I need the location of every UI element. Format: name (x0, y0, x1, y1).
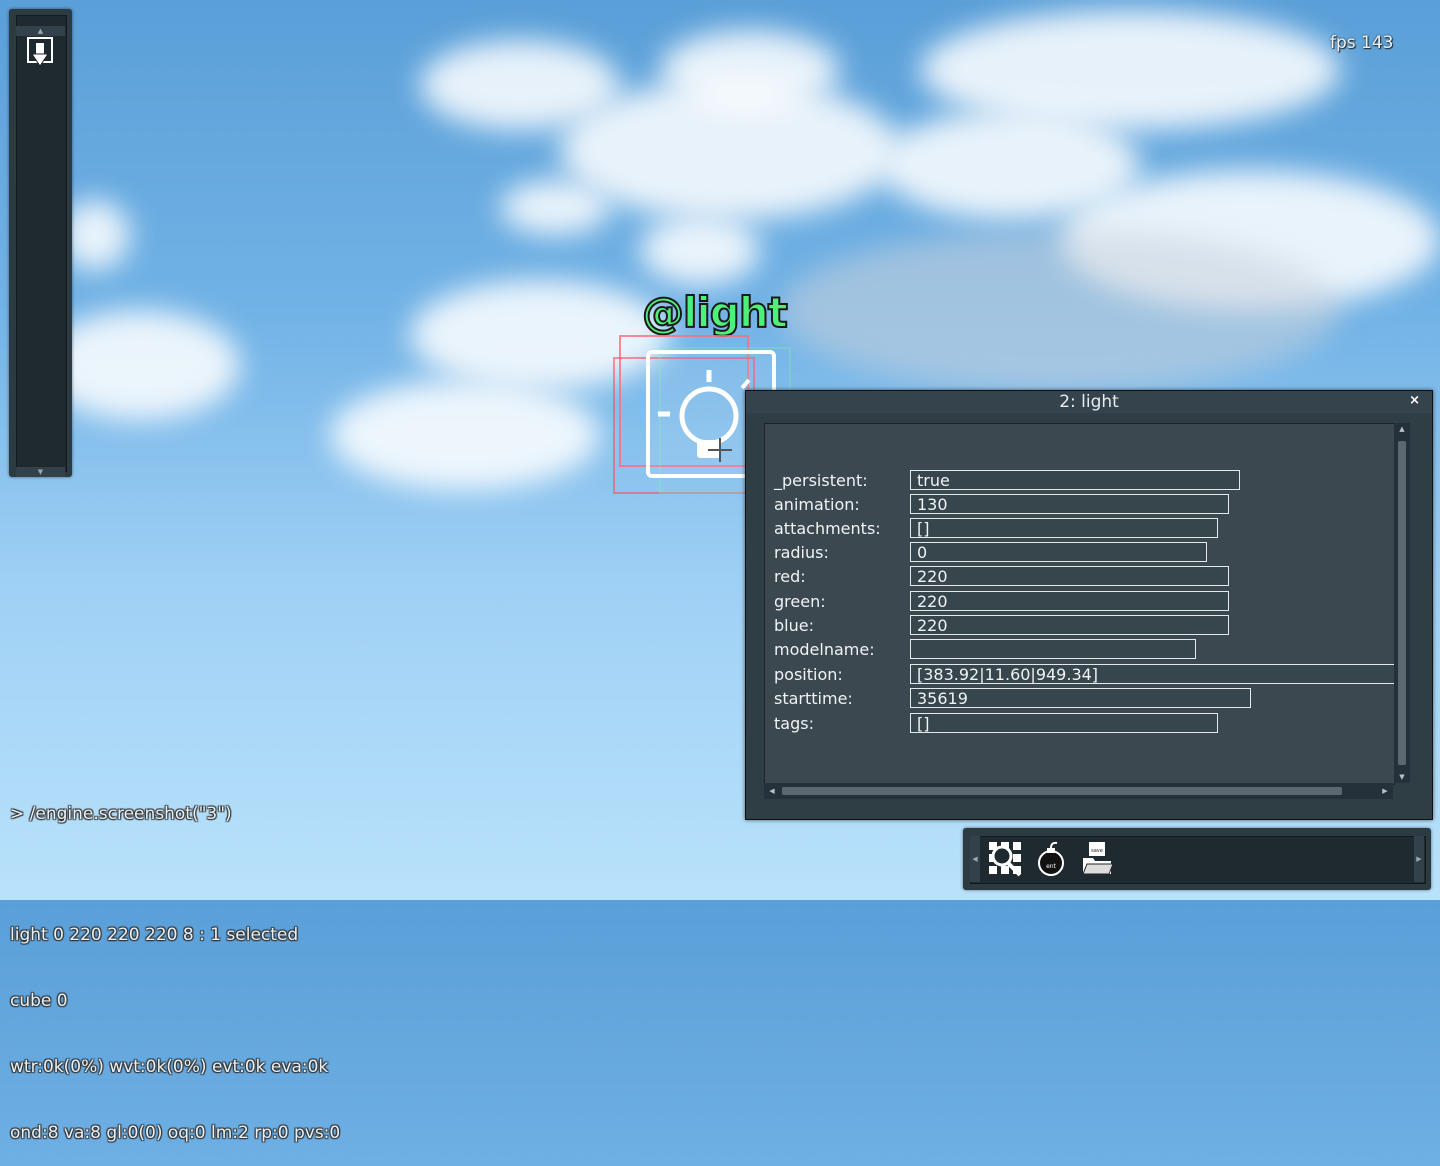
console-output: > /engine.screenshot("3") light 0 220 22… (10, 759, 340, 1166)
entity-browser-icon[interactable] (987, 840, 1025, 878)
property-value-field[interactable]: [] (910, 518, 1218, 538)
console-line: light 0 220 220 220 8 : 1 selected (10, 925, 299, 945)
property-value-field[interactable]: [383.92|11.60|949.34] (910, 664, 1394, 684)
scroll-right-arrow-icon[interactable]: ▶ (1379, 783, 1391, 799)
property-value-field[interactable]: 220 (910, 566, 1229, 586)
property-label: green: (774, 592, 826, 611)
left-vertical-toolbar: ▲ ▼ (9, 9, 72, 477)
property-label: radius: (774, 543, 829, 562)
toolbar-scroll-right[interactable]: ▶ (1414, 836, 1424, 882)
properties-list: _persistent: true animation: 130 attachm… (764, 423, 1395, 785)
bottom-toolbar: ◀ ▶ ent save (963, 828, 1431, 890)
scroll-thumb[interactable] (782, 787, 1342, 795)
save-icon-text: save (1091, 848, 1103, 854)
property-label: modelname: (774, 640, 875, 659)
console-command-line: > /engine.screenshot("3") (10, 804, 232, 824)
horizontal-scrollbar[interactable]: ◀ ▶ (764, 783, 1393, 799)
property-value-field[interactable]: true (910, 470, 1240, 490)
entity-properties-window: 2: light × _persistent: true animation: … (745, 390, 1433, 820)
left-toolbar-scroll-down[interactable]: ▼ (16, 467, 65, 477)
property-label: starttime: (774, 689, 853, 708)
cloud (660, 30, 840, 110)
bomb-icon-text: ent (1046, 863, 1056, 870)
property-label: attachments: (774, 519, 881, 538)
property-label: tags: (774, 714, 814, 733)
property-value-field[interactable] (910, 639, 1196, 659)
cloud (330, 380, 600, 490)
drop-entity-icon[interactable] (27, 37, 53, 69)
console-line: cube 0 (10, 991, 68, 1011)
save-folder-icon[interactable]: save (1079, 840, 1117, 878)
cloud (500, 180, 610, 235)
scroll-left-arrow-icon[interactable]: ◀ (766, 783, 778, 799)
scroll-down-arrow-icon[interactable]: ▼ (1394, 771, 1410, 783)
cloud (920, 10, 1340, 130)
fps-counter: fps 143 (1330, 33, 1394, 53)
scroll-thumb[interactable] (1398, 441, 1406, 765)
property-value-field[interactable]: 35619 (910, 688, 1251, 708)
bomb-icon[interactable]: ent (1033, 840, 1071, 878)
console-line: ond:8 va:8 gl:0(0) oq:0 lm:2 rp:0 pvs:0 (10, 1123, 341, 1143)
console-line: wtr:0k(0%) wvt:0k(0%) evt:0k eva:0k (10, 1057, 329, 1077)
left-toolbar-scroll-up[interactable]: ▲ (16, 26, 65, 36)
property-label: blue: (774, 616, 814, 635)
toolbar-scroll-left[interactable]: ◀ (970, 836, 980, 882)
property-label: red: (774, 567, 806, 586)
property-label: _persistent: (774, 471, 868, 490)
vertical-scrollbar[interactable]: ▲ ▼ (1394, 423, 1410, 783)
property-value-field[interactable]: 220 (910, 591, 1229, 611)
scroll-up-arrow-icon[interactable]: ▲ (1394, 423, 1410, 435)
property-label: position: (774, 665, 843, 684)
property-value-field[interactable]: 130 (910, 494, 1229, 514)
left-toolbar-track (16, 15, 67, 472)
property-label: animation: (774, 495, 860, 514)
property-value-field[interactable]: 220 (910, 615, 1229, 635)
window-title[interactable]: 2: light (746, 391, 1432, 413)
close-icon[interactable]: × (1409, 393, 1420, 408)
cloud (780, 230, 1340, 390)
cloud (640, 215, 760, 285)
property-value-field[interactable]: 0 (910, 542, 1207, 562)
property-value-field[interactable]: [] (910, 713, 1218, 733)
